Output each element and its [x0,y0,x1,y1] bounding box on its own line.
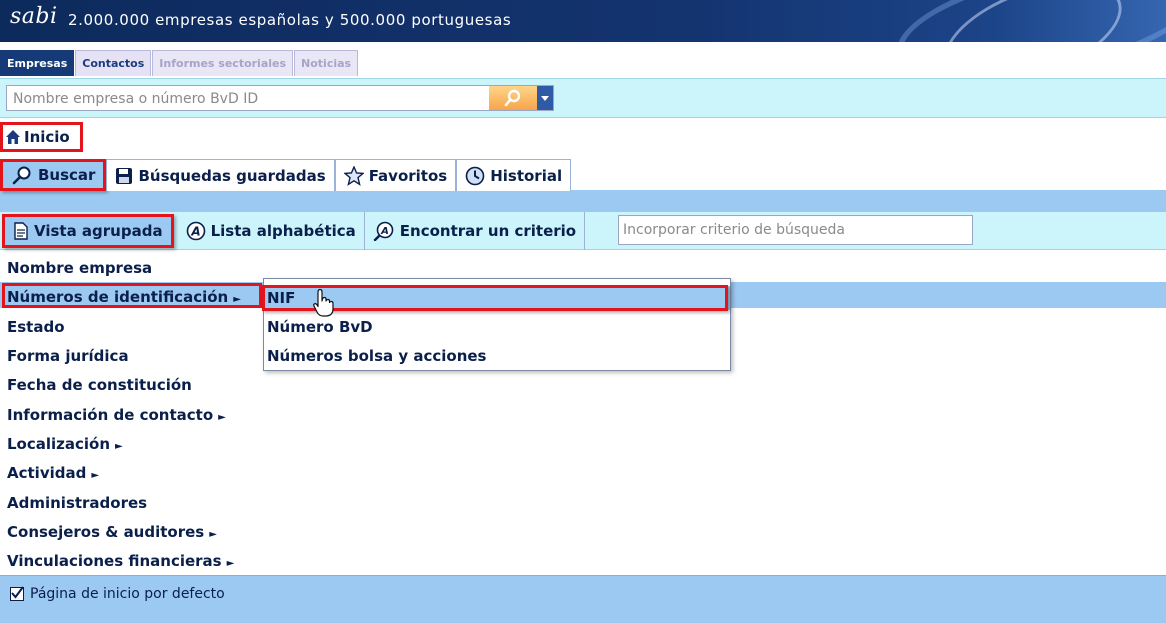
criterion-informacion-contacto[interactable]: Información de contacto ► [7,402,226,428]
letter-a-icon: A [186,221,205,241]
tab-encontrar-criterio[interactable]: A Encontrar un criterio [365,212,586,250]
brand-tagline: 2.000.000 empresas españolas y 500.000 p… [68,11,512,29]
search-icon [12,166,31,185]
default-home-label: Página de inicio por defecto [30,586,225,602]
home-icon [6,130,20,144]
default-home-option[interactable]: Página de inicio por defecto [10,586,225,602]
submenu-item-nif[interactable]: NIF [267,285,295,311]
tab-historial-label: Historial [490,166,563,185]
search-input-wrapper [6,85,554,111]
search-go-button[interactable] [489,86,537,110]
view-tabs-row: Vista agrupada A Lista alphabética A Enc… [0,212,1166,250]
svg-text:A: A [190,225,200,239]
brand-logo: sabi [10,4,58,29]
criterion-forma-juridica[interactable]: Forma jurídica [7,343,129,369]
criterion-consejeros-auditores[interactable]: Consejeros & auditores ► [7,519,217,545]
criterion-label: Administradores [7,494,148,512]
view-tabs: Vista agrupada A Lista alphabética A Enc… [0,212,586,250]
action-tabs: Buscar Búsquedas guardadas Favoritos His… [0,159,572,191]
submenu-arrow-icon: ► [91,470,100,481]
action-tabs-row: Buscar Búsquedas guardadas Favoritos His… [0,156,1166,214]
tab-contactos[interactable]: Contactos [75,50,152,76]
tab-favoritos[interactable]: Favoritos [334,159,457,191]
inicio-link[interactable]: Inicio [0,122,83,152]
top-tabs: Empresas Contactos Informes sectoriales … [0,50,359,78]
tab-buscar[interactable]: Buscar [0,159,107,191]
criterion-numeros-identificacion[interactable]: Números de identificación ► [7,284,241,310]
document-icon [14,222,28,240]
tab-lista-alphabetica-label: Lista alphabética [210,222,356,240]
criterion-label: Nombre empresa [7,259,153,277]
criterion-label: Estado [7,318,65,336]
criterion-label: Forma jurídica [7,347,129,365]
history-icon [465,166,485,185]
submenu-arrow-icon: ► [115,441,123,452]
criterion-label: Información de contacto [7,406,214,424]
footer-bar: Página de inicio por defecto [0,575,1166,623]
submenu-arrow-icon: ► [233,294,241,305]
criterion-label: Consejeros & auditores [7,523,205,541]
tab-favoritos-label: Favoritos [368,166,448,185]
search-options-dropdown[interactable] [537,86,553,110]
checkmark-icon [11,586,24,599]
inicio-label: Inicio [24,128,70,146]
tab-historial[interactable]: Historial [456,159,572,191]
tab-busquedas-guardadas-label: Búsquedas guardadas [138,166,326,185]
search-bar [0,78,1166,118]
criterion-label: Vinculaciones financieras [7,552,222,570]
tab-vista-agrupada[interactable]: Vista agrupada [2,214,174,248]
star-icon [343,165,364,186]
chevron-down-icon [541,96,549,101]
criterion-label: Números de identificación [7,288,229,306]
criterion-search-input[interactable] [618,215,973,245]
magnifier-icon [504,89,521,107]
criterion-label: Fecha de constitución [7,376,192,394]
svg-text:A: A [380,226,389,237]
submenu-arrow-icon: ► [218,412,226,423]
criterion-estado[interactable]: Estado [7,314,65,340]
criterion-administradores[interactable]: Administradores [7,490,147,516]
criterion-fecha-constitucion[interactable]: Fecha de constitución [7,372,192,398]
default-home-checkbox[interactable] [10,586,24,601]
tab-informes-sectoriales[interactable]: Informes sectoriales [152,50,294,76]
tab-busquedas-guardadas[interactable]: Búsquedas guardadas [106,159,335,191]
save-icon [116,167,133,184]
criterion-vinculaciones-financieras[interactable]: Vinculaciones financieras ► [7,548,234,574]
company-search-input[interactable] [11,88,485,110]
tab-empresas[interactable]: Empresas [0,50,75,76]
submenu-arrow-icon: ► [226,558,235,569]
inicio-row: Inicio [0,120,1166,156]
tab-buscar-label: Buscar [38,166,96,184]
submenu-arrow-icon: ► [209,529,217,540]
tab-encontrar-criterio-label: Encontrar un criterio [399,222,577,240]
criterion-localizacion[interactable]: Localización ► [7,431,123,457]
hand-cursor-icon [313,288,334,317]
criterion-label: Actividad [7,464,87,482]
tab-noticias[interactable]: Noticias [294,50,359,76]
criterion-actividad[interactable]: Actividad ► [7,460,99,486]
tab-lista-alphabetica[interactable]: A Lista alphabética [178,212,365,250]
find-criterion-icon: A [373,221,394,241]
app-header: sabi 2.000.000 empresas españolas y 500.… [0,0,1166,42]
tab-vista-agrupada-label: Vista agrupada [34,222,163,240]
submenu-item-numeros-bolsa[interactable]: Números bolsa y acciones [267,343,486,369]
criterion-label: Localización [7,435,111,453]
criterion-nombre-empresa[interactable]: Nombre empresa [7,255,152,281]
